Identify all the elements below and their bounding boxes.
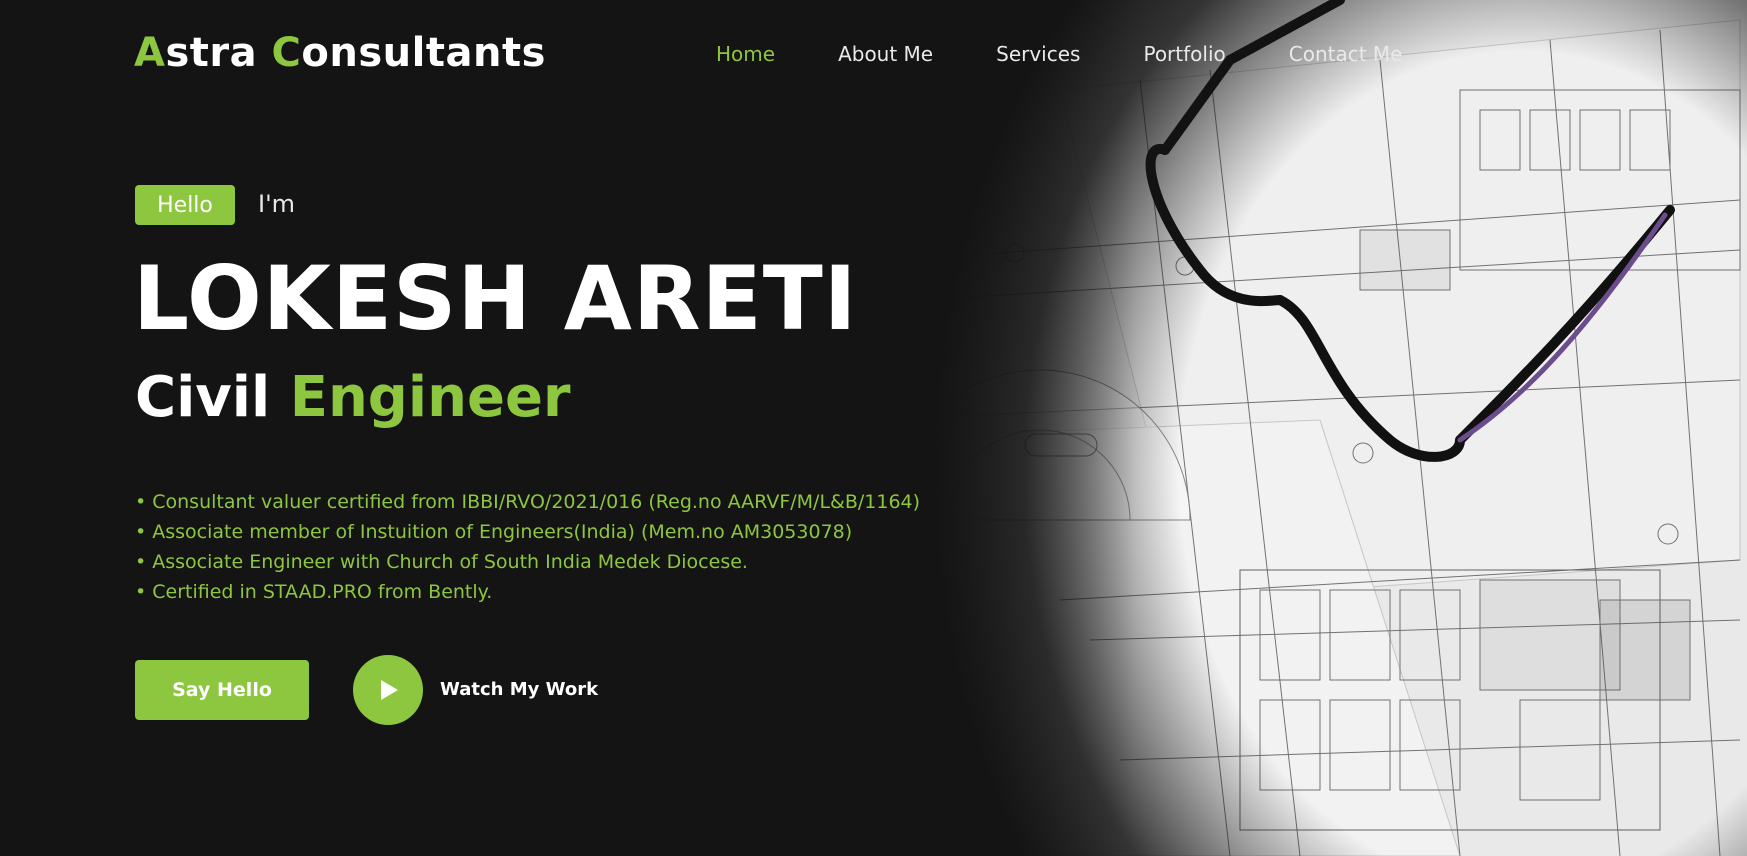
play-icon [381, 680, 398, 700]
nav-services[interactable]: Services [996, 42, 1080, 66]
nav-portfolio[interactable]: Portfolio [1143, 42, 1225, 66]
hero-role-word2: Engineer [289, 365, 571, 430]
watch-my-work-link[interactable]: Watch My Work [440, 679, 598, 700]
brand-logo-letter-a: A [134, 30, 166, 76]
hero-background-image [760, 0, 1747, 856]
brand-logo-text-part1: stra [165, 30, 272, 76]
say-hello-button[interactable]: Say Hello [135, 660, 309, 720]
hero-role: Civil Engineer [135, 370, 571, 426]
credential-item: Associate member of Instuition of Engine… [135, 517, 920, 547]
nav-about-me[interactable]: About Me [838, 42, 933, 66]
nav-contact-me[interactable]: Contact Me [1289, 42, 1403, 66]
main-nav: Home About Me Services Portfolio Contact… [716, 42, 1465, 66]
intro-im: I'm [258, 190, 296, 218]
credentials-list: Consultant valuer certified from IBBI/RV… [135, 487, 920, 607]
watch-video-button[interactable] [353, 655, 423, 725]
hello-badge: Hello [135, 185, 235, 225]
hero-role-word1: Civil [135, 365, 271, 430]
hero-name: LOKESH ARETI [133, 247, 858, 350]
brand-logo[interactable]: Astra Consultants [134, 30, 546, 76]
credential-item: Certified in STAAD.PRO from Bently. [135, 577, 920, 607]
credential-item: Associate Engineer with Church of South … [135, 547, 920, 577]
brand-logo-text-part2: onsultants [301, 30, 546, 76]
brand-logo-letter-c: C [271, 30, 302, 76]
credential-item: Consultant valuer certified from IBBI/RV… [135, 487, 920, 517]
nav-home[interactable]: Home [716, 42, 775, 66]
